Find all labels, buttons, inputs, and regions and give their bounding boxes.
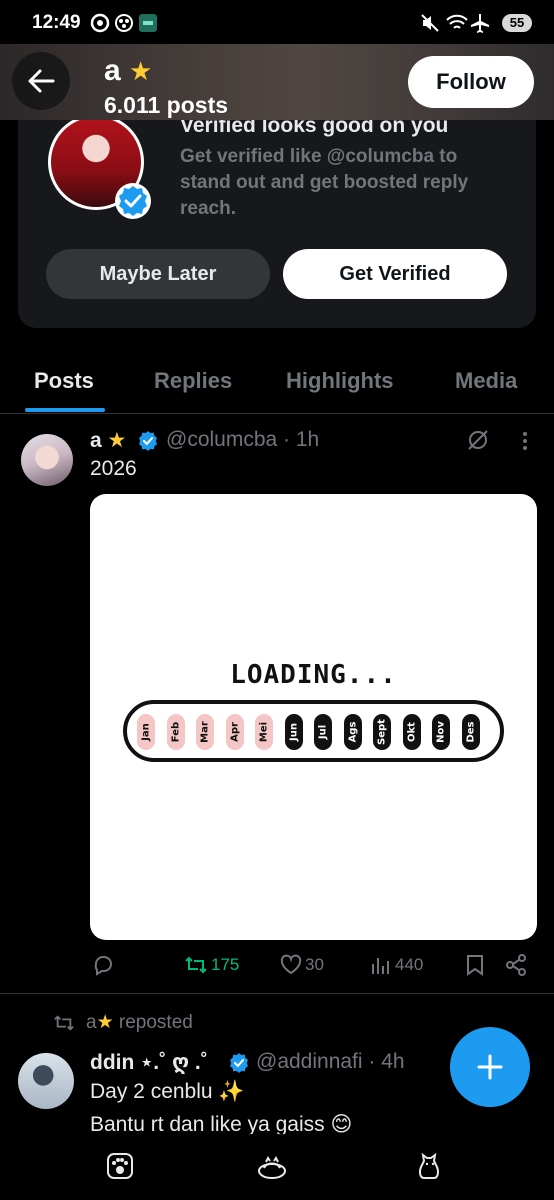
verify-description: Get verified like @columcba to stand out… bbox=[180, 146, 469, 219]
month-pill-okt: Okt bbox=[402, 714, 421, 750]
repost-icon bbox=[185, 956, 207, 974]
month-pill-des: Des bbox=[461, 714, 480, 750]
post-author-name[interactable]: a ★ bbox=[90, 428, 126, 453]
month-label: Nov bbox=[435, 721, 447, 743]
post-divider bbox=[0, 993, 554, 994]
post-actions: 175 30 440 bbox=[0, 954, 554, 980]
bookmark-button[interactable] bbox=[465, 954, 485, 976]
star-emoji: ★ bbox=[96, 1012, 114, 1033]
post-handle-time: @columcba · 1h bbox=[166, 428, 320, 451]
repost-count: 175 bbox=[211, 955, 240, 974]
like-button[interactable]: 30 bbox=[280, 954, 324, 976]
status-time: 12:49 bbox=[32, 12, 81, 33]
view-count: 440 bbox=[395, 955, 424, 974]
month-pill-sept: Sept bbox=[373, 714, 391, 750]
month-pill-mar: Mar bbox=[196, 714, 214, 750]
month-pill-mei: Mei bbox=[255, 714, 273, 750]
back-arrow-icon bbox=[28, 69, 55, 93]
reposter-name: a bbox=[86, 1012, 97, 1033]
header-name: a ★ bbox=[104, 54, 152, 88]
post-verified-badge-icon bbox=[139, 431, 157, 451]
month-label: Des bbox=[465, 721, 476, 743]
profile-tabs: Posts Replies Highlights Media bbox=[0, 350, 554, 414]
paw-home-icon[interactable] bbox=[104, 1150, 136, 1182]
tab-highlights[interactable]: Highlights bbox=[286, 368, 394, 394]
post-author-name-text: a bbox=[90, 429, 102, 452]
verified-badge-icon bbox=[115, 183, 151, 219]
tab-replies[interactable]: Replies bbox=[154, 368, 232, 394]
bottom-navigation bbox=[0, 1134, 554, 1200]
month-label: Jul bbox=[317, 724, 329, 740]
grok-icon[interactable] bbox=[466, 428, 490, 452]
share-button[interactable] bbox=[505, 954, 527, 976]
cat-bed-icon[interactable] bbox=[256, 1150, 288, 1182]
repost-button[interactable]: 175 bbox=[184, 954, 239, 976]
bookmark-icon bbox=[467, 955, 483, 976]
maybe-later-button[interactable]: Maybe Later bbox=[46, 249, 270, 299]
profile-header: a ★ 6.011 posts Follow bbox=[0, 44, 554, 120]
month-pill-jan: Jan bbox=[137, 714, 155, 750]
star-emoji: ★ bbox=[129, 56, 153, 86]
follow-button[interactable]: Follow bbox=[408, 56, 534, 108]
cat-sitting-icon[interactable] bbox=[414, 1150, 446, 1182]
plus-icon bbox=[477, 1054, 503, 1080]
app-notification-icon-3 bbox=[139, 14, 157, 32]
get-verified-button[interactable]: Get Verified bbox=[283, 249, 507, 299]
header-posts-count: 6.011 posts bbox=[104, 92, 229, 118]
loading-title: LOADING... bbox=[230, 660, 397, 690]
repost-verified-badge-icon bbox=[230, 1053, 248, 1073]
month-label: Mei bbox=[258, 721, 270, 743]
mute-icon bbox=[421, 14, 439, 32]
month-pill-nov: Nov bbox=[432, 714, 450, 750]
month-label: Apr bbox=[229, 722, 240, 742]
month-pill-feb: Feb bbox=[166, 714, 185, 750]
month-label: Sept bbox=[376, 719, 388, 745]
repost-handle-time: @addinnafi · 4h bbox=[256, 1050, 405, 1073]
compose-post-button[interactable] bbox=[450, 1027, 530, 1107]
more-options-icon[interactable] bbox=[518, 430, 532, 452]
month-pill-jul: Jul bbox=[314, 714, 332, 750]
loading-bar: Jan Feb Mar Apr Mei Jun Jul Ags Sept Okt Nov Des bbox=[123, 700, 504, 762]
share-icon bbox=[506, 954, 526, 976]
repost-author-name[interactable]: ddin ⋆.˚ ღ .˚ bbox=[90, 1050, 208, 1075]
post-text: 2026 bbox=[90, 457, 137, 480]
back-button[interactable] bbox=[12, 52, 70, 110]
month-pill-apr: Apr bbox=[225, 714, 244, 750]
reply-button[interactable] bbox=[92, 954, 114, 976]
month-label: Jan bbox=[140, 723, 152, 741]
month-label: Mar bbox=[199, 721, 211, 743]
month-label: Okt bbox=[406, 722, 417, 742]
wifi-icon bbox=[446, 14, 468, 29]
battery-indicator: 55 bbox=[502, 14, 532, 32]
app-notification-icon bbox=[90, 13, 110, 33]
repost-text-line1: Day 2 cenblu ✨ bbox=[90, 1080, 245, 1103]
tab-posts[interactable]: Posts bbox=[34, 368, 94, 394]
month-pill-jun: Jun bbox=[284, 714, 303, 750]
status-bar: 12:49 55 bbox=[0, 0, 554, 44]
repost-author-avatar[interactable] bbox=[18, 1053, 74, 1109]
reply-icon bbox=[94, 956, 112, 976]
month-label: Feb bbox=[170, 721, 181, 743]
header-name-text: a bbox=[104, 54, 121, 87]
post-avatar[interactable] bbox=[21, 434, 73, 486]
heart-icon bbox=[280, 954, 302, 975]
repost-small-icon bbox=[54, 1014, 74, 1031]
month-pill-ags: Ags bbox=[343, 714, 362, 750]
post-media-image[interactable]: LOADING... Jan Feb Mar Apr Mei Jun Jul Ags Sept O… bbox=[90, 494, 537, 940]
like-count: 30 bbox=[305, 955, 324, 974]
star-emoji: ★ bbox=[107, 429, 127, 452]
repost-indicator[interactable]: a★ reposted bbox=[52, 1011, 193, 1034]
tab-media[interactable]: Media bbox=[455, 368, 517, 394]
active-tab-indicator bbox=[25, 408, 105, 412]
month-label: Ags bbox=[347, 721, 358, 743]
airplane-icon bbox=[471, 14, 489, 33]
app-notification-icon-2 bbox=[115, 14, 133, 32]
month-label: Jun bbox=[288, 723, 299, 741]
reposted-label: reposted bbox=[118, 1012, 193, 1033]
views-icon bbox=[372, 958, 389, 974]
views-button[interactable]: 440 bbox=[370, 954, 423, 976]
